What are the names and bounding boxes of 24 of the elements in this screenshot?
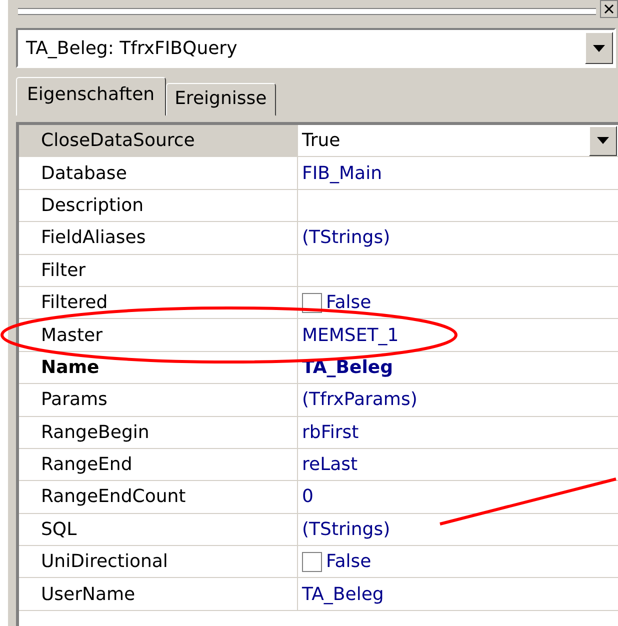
checkbox[interactable] [302,552,322,572]
close-button[interactable] [600,0,618,18]
property-value[interactable]: rbFirst [302,422,359,443]
property-value[interactable]: TA_Beleg [302,356,394,378]
caret-icon [593,44,605,52]
tab[interactable]: Ereignisse [166,83,276,116]
close-icon [604,4,614,14]
property-value[interactable]: False [326,551,372,572]
property-value[interactable]: 0 [302,486,314,508]
tab[interactable]: Eigenschaften [16,77,166,116]
property-value[interactable]: (TfrxParams) [302,389,418,410]
object-selector[interactable]: TA_Beleg: TfrxFIBQuery [16,28,616,68]
dropdown-button[interactable] [589,126,617,156]
property-value[interactable]: False [326,292,372,314]
property-value[interactable]: FIB_Main [302,162,382,184]
property-value[interactable]: MEMSET_1 [302,324,399,346]
property-value[interactable]: (TStrings) [302,227,390,248]
caret-icon [597,137,609,144]
property-value[interactable]: True [302,130,340,152]
property-value[interactable]: TA_Beleg [302,584,384,605]
property-value[interactable]: reLast [302,454,358,476]
property-name[interactable]: CloseDataSource [19,125,298,156]
property-value[interactable]: (TStrings) [302,518,390,540]
drag-grip[interactable] [18,8,596,15]
